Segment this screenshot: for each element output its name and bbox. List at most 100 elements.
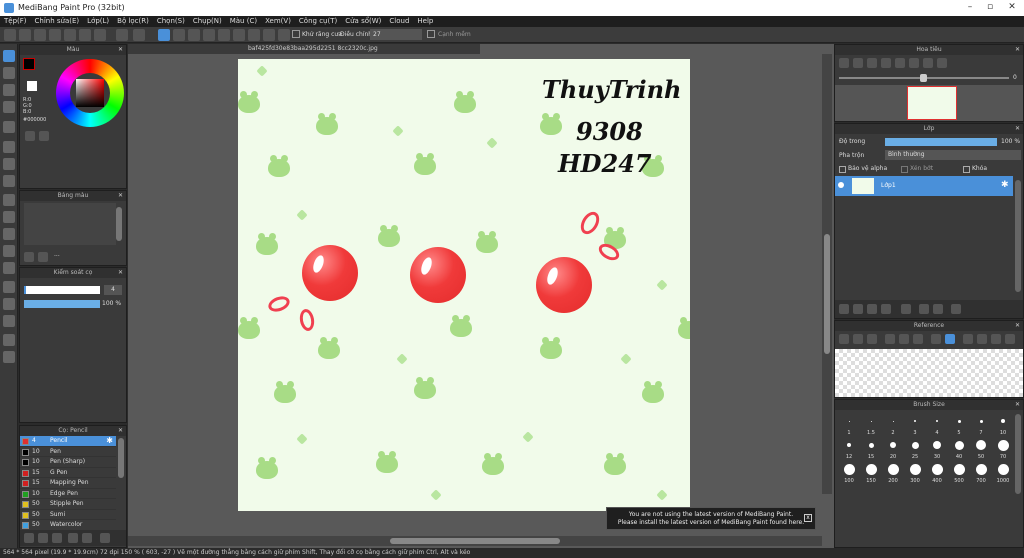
brush-size-cell[interactable]: 20: [883, 438, 903, 460]
notice-close-button[interactable]: x: [804, 514, 812, 522]
menu-snap[interactable]: Chụp(N): [189, 16, 226, 25]
palette-more-icon[interactable]: ···: [54, 253, 60, 260]
reference-preview[interactable]: [835, 349, 1023, 397]
brush-list-scrollbar[interactable]: [118, 438, 124, 478]
brush-size-cell[interactable]: 3: [905, 414, 925, 436]
brush-item[interactable]: 15 G Pen: [20, 468, 116, 478]
ref-open-icon[interactable]: [839, 334, 849, 344]
close-icon[interactable]: ✕: [1002, 2, 1022, 14]
duplicate-layer-icon[interactable]: [919, 304, 929, 314]
color-wheel[interactable]: [56, 59, 124, 127]
ref-zoom-out-icon[interactable]: [899, 334, 909, 344]
brush-size-cell[interactable]: 400: [927, 462, 947, 484]
snap-icon[interactable]: [278, 29, 290, 41]
gradient-tool-icon[interactable]: [3, 175, 15, 187]
antialias-checkbox[interactable]: [292, 30, 300, 38]
brush-item[interactable]: 50 Stipple Pen: [20, 499, 116, 510]
paste-icon[interactable]: [94, 29, 106, 41]
brush-folder2-icon[interactable]: [82, 533, 92, 543]
close-icon[interactable]: ✕: [1015, 124, 1020, 134]
actual-size-icon[interactable]: [881, 58, 891, 68]
menu-file[interactable]: Tệp(F): [0, 16, 31, 25]
rotate-left-icon[interactable]: [895, 58, 905, 68]
brush-tool-icon[interactable]: [3, 50, 15, 62]
brush-size-cell[interactable]: 12: [839, 438, 859, 460]
brush-item[interactable]: 10 Edge Pen: [20, 489, 116, 499]
selection-invert-icon[interactable]: [188, 29, 200, 41]
palette-add-icon[interactable]: [24, 252, 34, 262]
brush-folder-icon[interactable]: [38, 533, 48, 543]
select-eraser-tool-icon[interactable]: [3, 262, 15, 274]
undo-icon[interactable]: [116, 29, 128, 41]
new-icon[interactable]: [64, 29, 76, 41]
close-icon[interactable]: ✕: [118, 191, 123, 201]
update-notice[interactable]: You are not using the latest version of …: [606, 507, 816, 530]
fit-icon[interactable]: [867, 58, 877, 68]
minimize-icon[interactable]: –: [960, 2, 980, 14]
brush-add-icon[interactable]: [24, 533, 34, 543]
navigator-zoom-slider[interactable]: [839, 74, 1009, 82]
bucket-tool-icon[interactable]: [3, 158, 15, 170]
ref-zoom-in-icon[interactable]: [885, 334, 895, 344]
brush-size-cell[interactable]: 100: [839, 462, 859, 484]
brush-item[interactable]: 4 Pencil ✱: [20, 436, 116, 447]
clipping-checkbox[interactable]: [901, 166, 908, 173]
brush-size-cell[interactable]: 1000: [993, 462, 1013, 484]
drawing-canvas[interactable]: ThuyTrinh 9308 HD247: [238, 59, 690, 511]
flip-icon[interactable]: [909, 58, 919, 68]
protect-alpha-checkbox[interactable]: [839, 166, 846, 173]
brush-size-cell[interactable]: 5: [949, 414, 969, 436]
redo-icon[interactable]: [133, 29, 145, 41]
selection-shrink-icon[interactable]: [233, 29, 245, 41]
adjust-select[interactable]: 27: [370, 29, 422, 40]
navigator-preview[interactable]: [835, 85, 1023, 121]
ref-close-icon[interactable]: [867, 334, 877, 344]
brush-copy-icon[interactable]: [68, 533, 78, 543]
lasso-tool-icon[interactable]: [3, 211, 15, 223]
ref-flip-icon[interactable]: [977, 334, 987, 344]
brush-size-value[interactable]: 4: [104, 285, 122, 295]
lock-checkbox[interactable]: [963, 166, 970, 173]
palette-delete-icon[interactable]: [38, 252, 48, 262]
eye-icon[interactable]: [838, 182, 844, 188]
menu-tools[interactable]: Công cụ(T): [295, 16, 341, 25]
gear-icon[interactable]: ✱: [1001, 180, 1009, 190]
menu-cloud[interactable]: Cloud: [385, 16, 413, 25]
eyedropper-icon[interactable]: [39, 131, 49, 141]
menu-select[interactable]: Chọn(S): [153, 16, 189, 25]
magic-wand-tool-icon[interactable]: [3, 228, 15, 240]
brush-size-cell[interactable]: 15: [861, 438, 881, 460]
close-icon[interactable]: ✕: [118, 426, 123, 436]
menu-view[interactable]: Xem(V): [261, 16, 295, 25]
brush-size-cell[interactable]: 7: [971, 414, 991, 436]
reset-icon[interactable]: [923, 58, 933, 68]
pen-tool-icon[interactable]: [3, 101, 15, 113]
copy-icon[interactable]: [79, 29, 91, 41]
operation-tool-icon[interactable]: [3, 298, 15, 310]
delete-layer-icon[interactable]: [951, 304, 961, 314]
brush-size-cell[interactable]: 25: [905, 438, 925, 460]
foreground-color-swatch[interactable]: [23, 58, 35, 70]
brush-size-cell[interactable]: 150: [861, 462, 881, 484]
new-halftone-layer-icon[interactable]: [853, 304, 863, 314]
brush-delete-icon[interactable]: [100, 533, 110, 543]
eraser-tool-icon[interactable]: [3, 67, 15, 79]
folder-icon[interactable]: [901, 304, 911, 314]
ref-rotate-left-icon[interactable]: [963, 334, 973, 344]
dot-tool-icon[interactable]: [3, 84, 15, 96]
background-color-swatch[interactable]: [27, 81, 37, 91]
new-layer-icon[interactable]: [839, 304, 849, 314]
close-icon[interactable]: ✕: [1015, 400, 1020, 410]
brush-size-cell[interactable]: 10: [993, 414, 1013, 436]
save-icon[interactable]: [19, 29, 31, 41]
ref-fit-icon[interactable]: [913, 334, 923, 344]
brush-size-slider[interactable]: [24, 286, 100, 294]
text-tool-icon[interactable]: [3, 281, 15, 293]
merge-layer-icon[interactable]: [933, 304, 943, 314]
ref-rotate-right-icon[interactable]: [1005, 334, 1015, 344]
brush-size-cell[interactable]: 300: [905, 462, 925, 484]
brush-size-cell[interactable]: 500: [949, 462, 969, 484]
brush-size-cell[interactable]: 1.5: [861, 414, 881, 436]
ref-eyedropper-icon[interactable]: [931, 334, 941, 344]
brush-item[interactable]: 50 Watercolor: [20, 520, 116, 531]
